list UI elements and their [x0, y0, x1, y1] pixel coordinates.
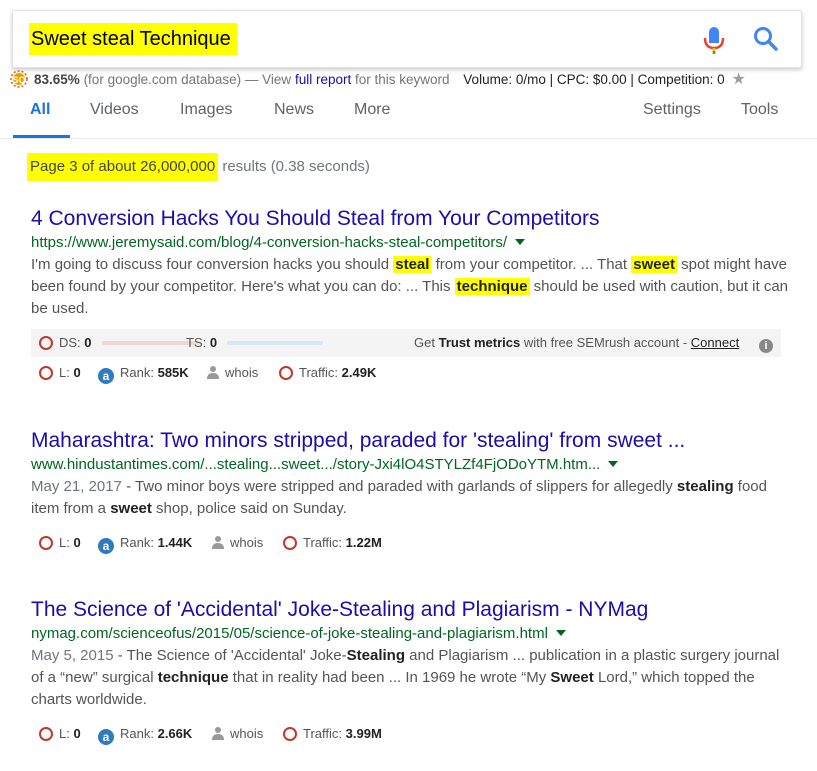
result-url: www.hindustantimes.com/...stealing...swe… — [31, 454, 791, 476]
result-title-link[interactable]: 4 Conversion Hacks You Should Steal from… — [31, 206, 791, 232]
tab-news[interactable]: News — [274, 101, 314, 119]
result-url-text: nymag.com/scienceofus/2015/05/science-of… — [31, 625, 548, 642]
snippet-bold: technique — [157, 669, 229, 686]
database-text: (for google.com database) — View — [83, 72, 292, 87]
full-report-link[interactable]: full report — [295, 72, 351, 87]
l-metric[interactable]: L: 0 — [39, 726, 81, 742]
result-url-text: https://www.jeremysaid.com/blog/4-conver… — [31, 234, 508, 251]
snippet-text: from your competitor. ... That — [431, 256, 632, 273]
l-metric[interactable]: L: 0 — [39, 365, 81, 381]
result-url: https://www.jeremysaid.com/blog/4-conver… — [31, 232, 791, 254]
result-date: May 21, 2017 — [31, 478, 122, 495]
seo-keyword-bar: SQ 83.65% (for google.com database) — Vi… — [10, 70, 746, 89]
alexa-rank-metric[interactable]: a Rank: 1.44K — [98, 535, 192, 554]
alexa-rank-metric[interactable]: a Rank: 2.66K — [98, 726, 192, 745]
snippet-highlight: sweet — [631, 256, 677, 273]
search-box[interactable]: Sweet steal Technique — [12, 10, 802, 68]
snippet-bold: sweet — [110, 500, 152, 517]
tab-all[interactable]: All — [30, 101, 50, 119]
tab-settings[interactable]: Settings — [643, 101, 701, 119]
snippet-bold: Stealing — [346, 647, 405, 664]
link-icon — [39, 727, 53, 741]
connect-link[interactable]: Connect — [691, 335, 739, 350]
result-snippet: May 5, 2015 - The Science of 'Accidental… — [31, 645, 791, 711]
alexa-icon: a — [98, 538, 114, 554]
link-icon — [39, 536, 53, 550]
alexa-icon: a — [98, 368, 114, 384]
search-result: Maharashtra: Two minors stripped, parade… — [31, 428, 791, 520]
snippet-highlight: steal — [393, 256, 432, 273]
star-icon[interactable]: ★ — [731, 71, 745, 88]
search-result: 4 Conversion Hacks You Should Steal from… — [31, 206, 791, 320]
whois-link[interactable]: whois — [212, 726, 263, 742]
traffic-metric[interactable]: Traffic: 2.49K — [279, 365, 376, 381]
snippet-text: shop, police said on Sunday. — [151, 500, 347, 517]
result-url-text: www.hindustantimes.com/...stealing...swe… — [31, 456, 601, 473]
keyword-metrics: Volume: 0/mo | CPC: $0.00 | Competition:… — [463, 72, 725, 87]
report-suffix: for this keyword — [354, 72, 450, 87]
whois-link[interactable]: whois — [207, 365, 258, 381]
search-tabs: All Videos Images News More Settings Too… — [0, 96, 817, 138]
person-icon — [212, 727, 224, 740]
snippet-text: that in reality had been ... In 1969 he … — [228, 669, 551, 686]
snippet-text: - Two minor boys were stripped and parad… — [121, 478, 677, 495]
search-query[interactable]: Sweet steal Technique — [29, 23, 237, 55]
seoquake-logo-icon: SQ — [10, 70, 28, 88]
url-dropdown-icon[interactable] — [555, 630, 566, 636]
result-stats-highlight: Page 3 of about 26,000,000 — [27, 153, 219, 181]
traffic-icon — [279, 366, 293, 380]
semrush-trust-bar: DS: 0 TS: 0 Get Trust metrics with free … — [31, 329, 781, 357]
alexa-icon: a — [98, 729, 114, 745]
snippet-text: I'm going to discuss four conversion hac… — [31, 256, 394, 273]
snippet-text: - The Science of 'Accidental' Joke- — [113, 647, 347, 664]
result-snippet: I'm going to discuss four conversion hac… — [31, 254, 791, 320]
snippet-bold: Sweet — [550, 669, 594, 686]
result-snippet: May 21, 2017 - Two minor boys were strip… — [31, 476, 791, 520]
seoquake-metrics-bar: L: 0 a Rank: 2.66K whois Traffic: 3.99M — [31, 720, 781, 748]
result-url: nymag.com/scienceofus/2015/05/science-of… — [31, 623, 791, 645]
svg-text:SQ: SQ — [12, 75, 25, 85]
tab-videos[interactable]: Videos — [90, 101, 139, 119]
alexa-rank-metric[interactable]: a Rank: 585K — [98, 365, 189, 384]
traffic-icon — [283, 727, 297, 741]
search-icon[interactable] — [753, 26, 779, 52]
search-result: The Science of 'Accidental' Joke-Stealin… — [31, 597, 791, 711]
tab-images[interactable]: Images — [180, 101, 232, 119]
l-metric[interactable]: L: 0 — [39, 535, 81, 551]
url-dropdown-icon[interactable] — [608, 461, 619, 467]
result-stats-rest: results (0.38 seconds) — [222, 158, 370, 175]
ds-icon — [39, 336, 53, 350]
url-dropdown-icon[interactable] — [515, 239, 526, 245]
ds-metric: DS: 0 — [39, 335, 198, 351]
result-title-link[interactable]: The Science of 'Accidental' Joke-Stealin… — [31, 597, 791, 623]
tab-tools[interactable]: Tools — [741, 101, 778, 119]
result-stats: Page 3 of about 26,000,000 results (0.38… — [27, 153, 370, 181]
ts-slider — [227, 341, 324, 345]
traffic-metric[interactable]: Traffic: 3.99M — [283, 726, 382, 742]
person-icon — [207, 366, 219, 379]
person-icon — [212, 536, 224, 549]
whois-link[interactable]: whois — [212, 535, 263, 551]
result-title-link[interactable]: Maharashtra: Two minors stripped, parade… — [31, 428, 791, 454]
keyword-score: 83.65% — [34, 72, 80, 87]
seoquake-metrics-bar: L: 0 a Rank: 585K whois Traffic: 2.49K — [31, 359, 781, 387]
seoquake-metrics-bar: L: 0 a Rank: 1.44K whois Traffic: 1.22M — [31, 529, 781, 557]
info-icon[interactable]: i — [759, 335, 773, 353]
tab-more[interactable]: More — [354, 101, 390, 119]
traffic-icon — [283, 536, 297, 550]
ts-metric: TS: 0 — [186, 335, 324, 351]
trust-metrics-promo: Get Trust metrics with free SEMrush acco… — [414, 335, 740, 350]
microphone-icon[interactable] — [703, 25, 725, 55]
snippet-bold: stealing — [676, 478, 734, 495]
snippet-highlight: technique — [454, 278, 530, 295]
link-icon — [39, 366, 53, 380]
traffic-metric[interactable]: Traffic: 1.22M — [283, 535, 382, 551]
tabs-divider — [0, 138, 817, 139]
ds-slider — [101, 341, 198, 345]
result-date: May 5, 2015 — [31, 647, 114, 664]
